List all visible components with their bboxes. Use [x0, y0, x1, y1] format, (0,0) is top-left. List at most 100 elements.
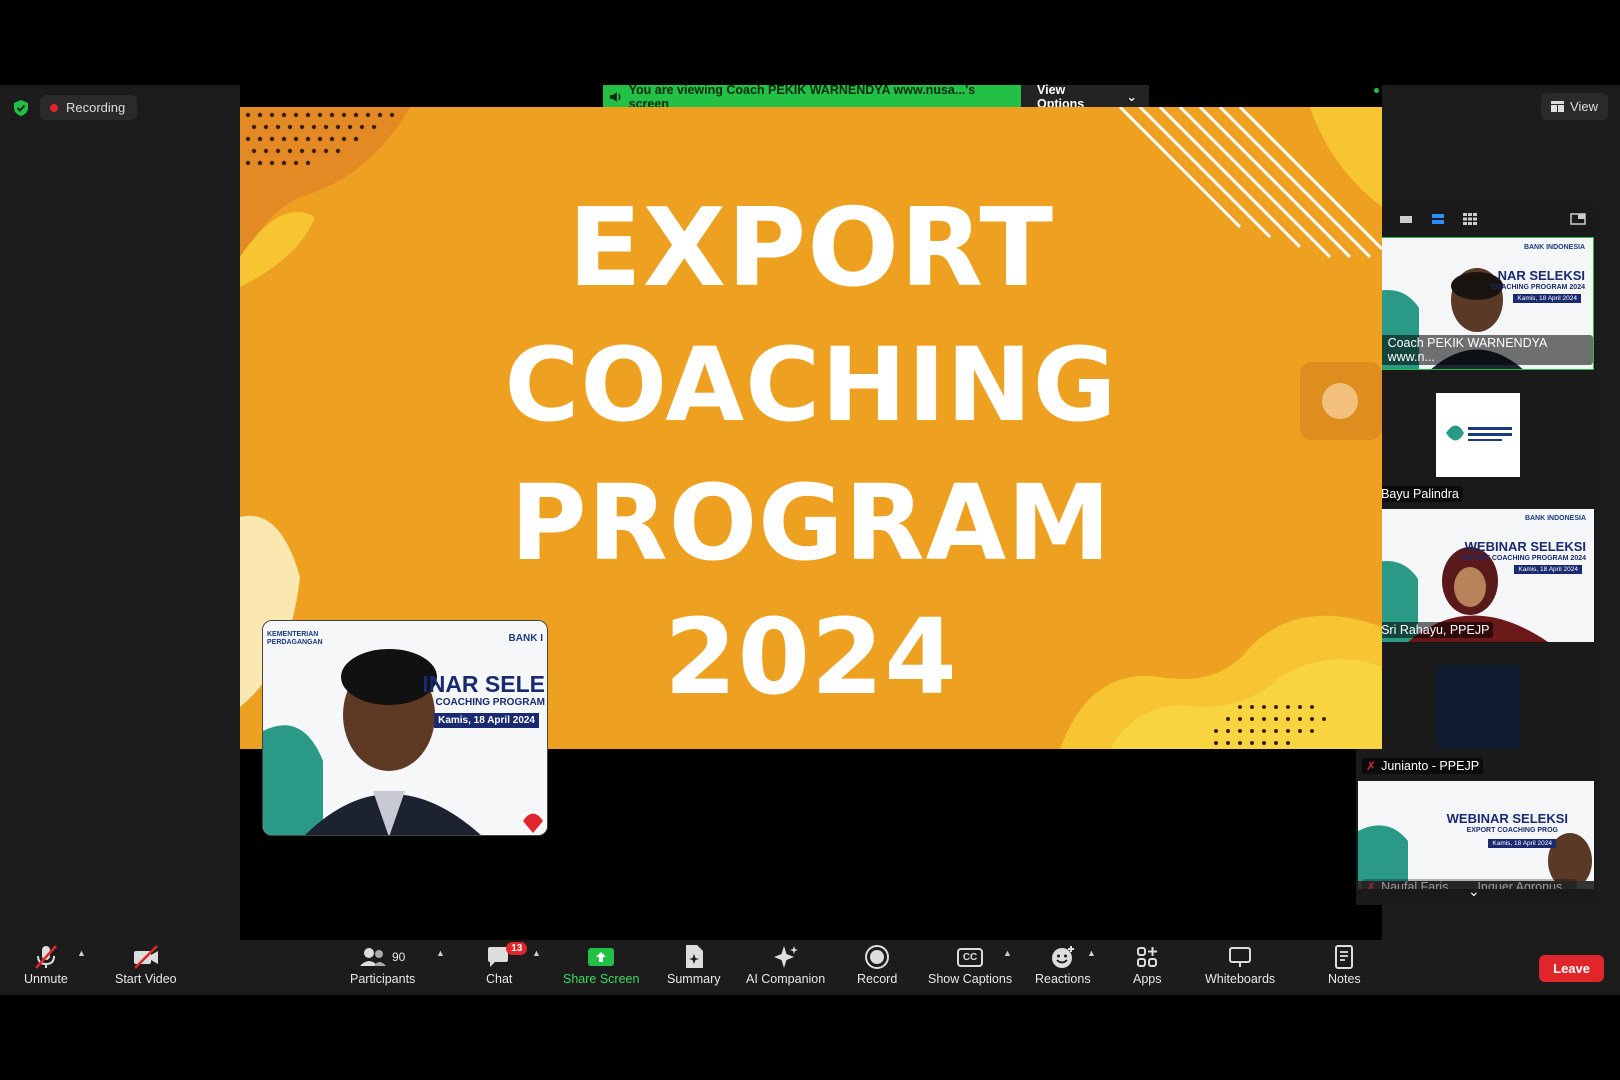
- apps-label: Apps: [1133, 972, 1162, 986]
- screen-share-banner: You are viewing Coach PEKIK WARNENDYA ww…: [603, 83, 1149, 111]
- chat-unread-badge: 13: [506, 942, 528, 955]
- chat-label: Chat: [486, 972, 513, 986]
- captions-caret-icon[interactable]: ▲: [1003, 948, 1012, 958]
- participant-tile-coach[interactable]: BANK INDONESIA NAR SELEKSI COACHING PROG…: [1358, 237, 1594, 370]
- reactions-label: Reactions: [1035, 972, 1091, 986]
- mic-muted-icon: ✗: [1366, 759, 1377, 773]
- participant-name: 📌 Coach PEKIK WARNENDYA www.n...: [1363, 335, 1593, 365]
- participant-name-text: Bayu Palindra: [1381, 487, 1459, 501]
- reactions-button[interactable]: Reactions: [1035, 944, 1091, 986]
- participants-count: 90: [391, 950, 406, 964]
- apps-button[interactable]: Apps: [1133, 944, 1162, 986]
- tile-subheading: COACHING PROGRAM 2024: [1490, 284, 1585, 291]
- whiteboard-icon: [1229, 947, 1252, 967]
- participant-name-text: Junianto - PPEJP: [1381, 759, 1480, 773]
- participant-name-text-secondary: Inquer Agronus...: [1477, 880, 1573, 889]
- pop-out-icon[interactable]: [1570, 213, 1586, 225]
- status-dot: [1374, 88, 1379, 93]
- notes-button[interactable]: Notes: [1328, 944, 1361, 986]
- video-frame-image: [1358, 781, 1594, 889]
- tile-date: Kamis, 18 April 2024: [1513, 294, 1581, 303]
- self-view-logo-left: KEMENTERIAN PERDAGANGAN: [267, 631, 323, 646]
- notes-icon: [1335, 945, 1354, 969]
- kementerian-logo-icon: [1446, 425, 1512, 441]
- video-feed: WEBINAR SELEKSI EXPORT COACHING PROG Kam…: [1358, 781, 1594, 889]
- recording-indicator[interactable]: Recording: [40, 95, 138, 120]
- tile-logo-text: BANK INDONESIA: [1524, 515, 1586, 522]
- tile-subheading: EXPORT COACHING PROGRAM 2024: [1461, 555, 1586, 562]
- recording-dot-icon: [50, 103, 58, 112]
- chevron-down-icon: ⌄: [1126, 90, 1137, 104]
- start-video-label: Start Video: [115, 972, 177, 986]
- show-captions-label: Show Captions: [928, 972, 1013, 986]
- speaker-video-overlay[interactable]: KEMENTERIAN PERDAGANGAN BANK I INAR SELE…: [262, 620, 548, 836]
- self-view-heading: INAR SELE: [422, 671, 545, 697]
- grid-view-icon: [1551, 101, 1565, 112]
- meeting-controls-toolbar: Unmute ▲ Start Video 90 Participants ▲ 1…: [0, 940, 1620, 995]
- recording-label: Recording: [66, 100, 126, 115]
- summary-label: Summary: [667, 972, 721, 986]
- start-video-button[interactable]: Start Video: [115, 944, 177, 986]
- participants-icon: [359, 948, 386, 966]
- participant-name-text: Sri Rahayu, PPEJP: [1381, 623, 1490, 637]
- unmute-label: Unmute: [24, 972, 68, 986]
- self-view-logo-right: BANK I: [508, 633, 543, 644]
- slide-title-line-1: EXPORT: [568, 186, 1054, 311]
- slide-title-line-2: COACHING: [504, 326, 1118, 445]
- tile-date: Kamis, 18 April 2024: [1488, 839, 1556, 848]
- viewing-screen-notice: You are viewing Coach PEKIK WARNENDYA ww…: [603, 83, 1021, 111]
- view-button[interactable]: View: [1541, 93, 1608, 120]
- share-screen-button[interactable]: Share Screen: [563, 944, 639, 986]
- summary-button[interactable]: Summary: [667, 944, 720, 986]
- participants-label: Participants: [350, 972, 416, 986]
- chat-caret-icon[interactable]: ▲: [532, 948, 541, 958]
- unmute-button[interactable]: Unmute: [24, 944, 68, 986]
- reactions-caret-icon[interactable]: ▲: [1087, 948, 1096, 958]
- participants-caret-icon[interactable]: ▲: [436, 948, 445, 958]
- share-screen-label: Share Screen: [563, 972, 640, 986]
- participant-name-text: Coach PEKIK WARNENDYA www.n...: [1387, 336, 1547, 364]
- participant-tile-junianto[interactable]: ✗ Junianto - PPEJP: [1358, 645, 1594, 778]
- participant-name-text: Naufal Faris: [1381, 880, 1449, 889]
- slide-title-line-3: PROGRAM: [510, 462, 1112, 584]
- avatar: [1436, 665, 1520, 749]
- record-button[interactable]: Record: [857, 944, 897, 986]
- show-captions-button[interactable]: CC Show Captions: [928, 944, 1012, 986]
- tile-heading: NAR SELEKSI: [1497, 268, 1585, 283]
- ai-companion-button[interactable]: AI Companion: [746, 944, 825, 986]
- thumbnail-view-toolbar: [1356, 205, 1596, 233]
- whiteboards-label: Whiteboards: [1205, 972, 1276, 986]
- tile-date: Kamis, 18 April 2024: [1514, 565, 1582, 574]
- mic-muted-icon: [34, 945, 57, 969]
- participant-tile-sri[interactable]: BANK INDONESIA WEBINAR SELEKSI EXPORT CO…: [1358, 509, 1594, 642]
- participant-name: ✗ Junianto - PPEJP: [1362, 758, 1484, 774]
- smiley-reaction-icon: [1051, 946, 1074, 968]
- self-view-subheading: COACHING PROGRAM: [435, 697, 545, 708]
- participant-thumbnail-panel: BANK INDONESIA NAR SELEKSI COACHING PROG…: [1356, 205, 1596, 905]
- ai-companion-label: AI Companion: [746, 972, 826, 986]
- self-view-date: Kamis, 18 April 2024: [434, 713, 539, 728]
- record-icon: [865, 945, 890, 969]
- tile-logo-text: BANK INDONESIA: [1523, 244, 1585, 251]
- apps-icon: [1137, 947, 1158, 967]
- speaker-video-frame: [263, 621, 547, 835]
- participant-tile-naufal[interactable]: WEBINAR SELEKSI EXPORT COACHING PROG Kam…: [1358, 781, 1594, 889]
- participants-button[interactable]: 90 Participants: [350, 944, 415, 986]
- scroll-down-chevron-icon[interactable]: ⌄: [1468, 883, 1480, 900]
- audio-options-caret-icon[interactable]: ▲: [77, 948, 86, 958]
- participant-tile-bayu[interactable]: ✗ Bayu Palindra: [1358, 373, 1594, 506]
- avatar: [1436, 393, 1520, 477]
- security-shield-icon[interactable]: [12, 99, 30, 117]
- record-label: Record: [857, 972, 898, 986]
- strip-view-icon[interactable]: [1430, 213, 1446, 225]
- top-left-status: Recording: [12, 95, 138, 120]
- gallery-grid-icon[interactable]: [1462, 213, 1478, 225]
- whiteboards-button[interactable]: Whiteboards: [1205, 944, 1275, 986]
- speaker-icon: [609, 91, 621, 102]
- view-options-dropdown[interactable]: View Options ⌄: [1021, 83, 1149, 111]
- chat-button[interactable]: 13 Chat: [486, 942, 528, 986]
- single-speaker-icon[interactable]: [1398, 213, 1414, 225]
- tile-heading: WEBINAR SELEKSI: [1464, 539, 1586, 554]
- leave-button[interactable]: Leave: [1539, 955, 1604, 982]
- summary-document-icon: [685, 945, 703, 968]
